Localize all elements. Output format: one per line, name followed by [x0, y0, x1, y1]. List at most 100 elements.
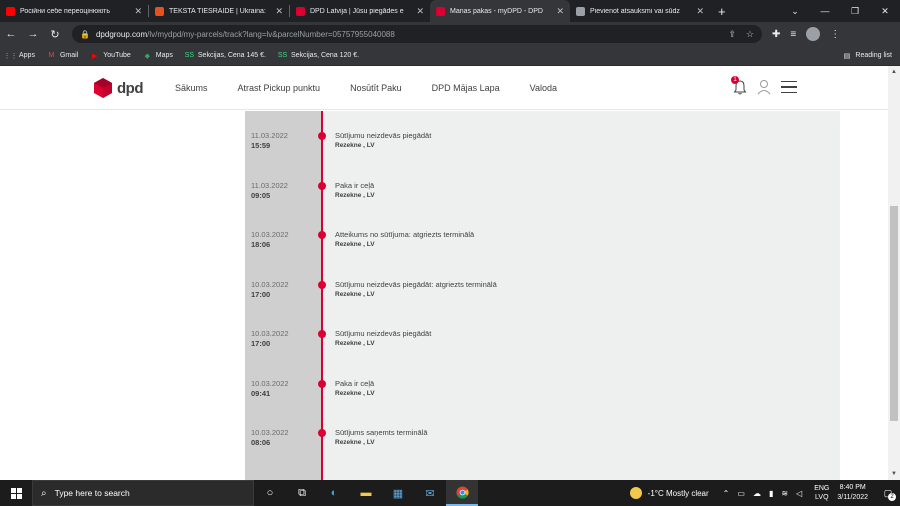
nav-link[interactable]: Nosūtīt Paku [350, 83, 402, 93]
tab-favicon-icon [436, 6, 445, 16]
browser-tab[interactable]: TEKSTA TIEŠRAIDE | Ukraina: ✕ [149, 0, 289, 22]
browser-tab[interactable]: DPD Latvija | Jūsu piegādes e ✕ [290, 0, 430, 22]
event-location: Rezekne , LV [335, 439, 375, 446]
profile-avatar[interactable] [806, 27, 821, 41]
chevron-up-icon[interactable]: ⌃ [723, 489, 730, 498]
close-window-button[interactable]: ✕ [870, 0, 900, 22]
main-nav: Sākums Atrast Pickup punktu Nosūtīt Paku DP… [175, 83, 587, 93]
windows-logo-icon [10, 487, 22, 499]
forward-button[interactable]: → [22, 23, 44, 45]
web-page: dpd Sākums Atrast Pickup punktu Nosūtīt Pa… [0, 66, 900, 480]
tab-close-icon[interactable]: ✕ [416, 6, 424, 17]
bookmark-label: Apps [19, 52, 35, 59]
address-bar[interactable]: 🔒 dpdgroup.com /lv/mydpd/my-parcels/trac… [72, 25, 762, 43]
extensions-icon[interactable]: ✚ [772, 29, 780, 40]
tab-close-icon[interactable]: ✕ [275, 6, 283, 17]
timeline-dot [318, 330, 326, 338]
clock[interactable]: 8:40 PM 3/11/2022 [837, 483, 868, 503]
event-status: Paka ir ceļā [335, 180, 375, 190]
bookmark-item[interactable]: ▶ YouTube [90, 51, 131, 60]
bookmark-item[interactable]: ⋮⋮ Apps [4, 51, 35, 60]
user-icon[interactable] [757, 79, 771, 95]
nav-link[interactable]: Sākums [175, 83, 208, 93]
dpd-logo[interactable]: dpd [94, 78, 144, 98]
browser-tab[interactable]: Pievienot atsauksmi vai sūdz ✕ [570, 0, 710, 22]
nav-link[interactable]: Atrast Pickup punktu [238, 83, 321, 93]
taskbar-search[interactable]: ⌕ Type here to search [32, 480, 254, 506]
display-icon[interactable]: ▭ [737, 489, 745, 498]
nav-link[interactable]: Valoda [530, 83, 557, 93]
edge-icon[interactable]: ◐ [318, 480, 350, 506]
nav-link[interactable]: DPD Mājas Lapa [432, 83, 500, 93]
language-code: ENG [814, 485, 830, 492]
lock-icon[interactable]: 🔒 [80, 30, 90, 39]
tab-close-icon[interactable]: ✕ [556, 6, 564, 17]
scrollbar-thumb[interactable] [890, 206, 898, 421]
event-date: 10.03.2022 [251, 329, 289, 338]
event-status: Atteikums no sūtījuma: atgriezts terminā… [335, 230, 475, 239]
action-center-button[interactable]: ▢ 2 [876, 480, 900, 506]
minimize-button[interactable]: — [810, 0, 840, 22]
start-button[interactable] [0, 480, 32, 506]
bookmark-label: Gmail [59, 52, 79, 59]
event-status: Sūtījumu neizdevās piegādāt [335, 131, 432, 140]
maximize-button[interactable]: ❐ [840, 0, 870, 22]
scroll-up-arrow[interactable]: ▲ [888, 66, 900, 78]
event-location: Rezekne , LV [335, 241, 375, 248]
tab-title: Pievienot atsauksmi vai sūdz [590, 7, 680, 15]
window-controls: ⌄ — ❐ ✕ [780, 0, 900, 22]
event-location: Rezekne , LV [335, 290, 375, 298]
new-tab-button[interactable]: + [718, 0, 726, 22]
bookmark-item[interactable]: M Gmail [47, 51, 79, 60]
scroll-down-arrow[interactable]: ▼ [888, 468, 900, 480]
event-time: 09:41 [251, 388, 271, 398]
tab-title: TEKSTA TIEŠRAIDE | Ukraina: [169, 7, 266, 15]
bookmark-label: Sekcijas, Cena 120 €. [291, 52, 360, 59]
weather-widget[interactable]: -1°C Mostly clear [629, 487, 709, 499]
share-icon[interactable]: ⇪ [728, 29, 736, 40]
onedrive-icon[interactable]: ☁ [753, 489, 761, 498]
system-tray: -1°C Mostly clear ⌃ ▭ ☁ ▮ ≋ ◁ ENG LVQ 8:… [629, 480, 900, 506]
dpd-cube-icon [94, 78, 112, 98]
url-host: dpdgroup.com [95, 29, 148, 39]
notification-badge: 1 [731, 76, 739, 84]
tab-close-icon[interactable]: ✕ [696, 6, 704, 17]
timeline-dot [318, 181, 326, 190]
reading-list-label: Reading list [855, 52, 892, 59]
chrome-icon[interactable] [446, 480, 478, 506]
language-indicator[interactable]: ENG LVQ [814, 484, 829, 502]
file-explorer-icon[interactable]: ▬ [350, 480, 382, 506]
event-time: 17:00 [251, 339, 271, 348]
reload-button[interactable]: ↻ [44, 23, 66, 45]
tab-close-icon[interactable]: ✕ [134, 6, 142, 17]
back-button[interactable]: ← [0, 23, 22, 45]
tab-favicon-icon [296, 6, 305, 16]
bookmark-item[interactable]: ◆ Maps [143, 51, 173, 60]
wifi-icon[interactable]: ≋ [781, 489, 788, 498]
event-status: Sūtījumu neizdevās piegādāt [335, 329, 432, 338]
tab-title: Російни себе переоцінюють [20, 7, 111, 15]
battery-icon[interactable]: ▮ [769, 489, 773, 498]
browser-toolbar: ← → ↻ 🔒 dpdgroup.com /lv/mydpd/my-parcel… [0, 22, 900, 46]
task-view-icon[interactable]: ⧉ [286, 480, 318, 506]
browser-tab-strip: Російни себе переоцінюють ✕ TEKSTA TIEŠRAI… [0, 0, 900, 22]
timeline-dot [318, 280, 326, 289]
reading-list-button[interactable]: ▤ Reading list [842, 51, 892, 60]
clock-date: 3/11/2022 [837, 494, 868, 501]
browser-tab[interactable]: Manas pakas - myDPD - DPD ✕ [430, 0, 570, 22]
store-icon[interactable]: ▦ [382, 480, 414, 506]
browser-tab[interactable]: Російни себе переоцінюють ✕ [0, 0, 148, 22]
media-control-icon[interactable]: ≡ [790, 29, 796, 40]
bookmark-item[interactable]: SS Sekcijas, Cena 145 €. [185, 51, 266, 60]
volume-icon[interactable]: ◁ [796, 489, 802, 498]
mail-icon[interactable]: ✉ [414, 480, 446, 506]
more-menu-icon[interactable]: ⋮ [830, 29, 840, 40]
bookmark-star-icon[interactable]: ☆ [746, 29, 754, 40]
hamburger-menu-icon[interactable] [781, 80, 797, 94]
cortana-icon[interactable]: ○ [254, 480, 286, 506]
event-status: Sūtījums saņemts terminālā [335, 428, 428, 437]
bookmark-item[interactable]: SS Sekcijas, Cena 120 €. [278, 51, 359, 60]
tab-search-icon[interactable]: ⌄ [780, 0, 810, 22]
notifications-button[interactable]: 1 [731, 76, 747, 95]
maps-icon: ◆ [144, 52, 150, 60]
